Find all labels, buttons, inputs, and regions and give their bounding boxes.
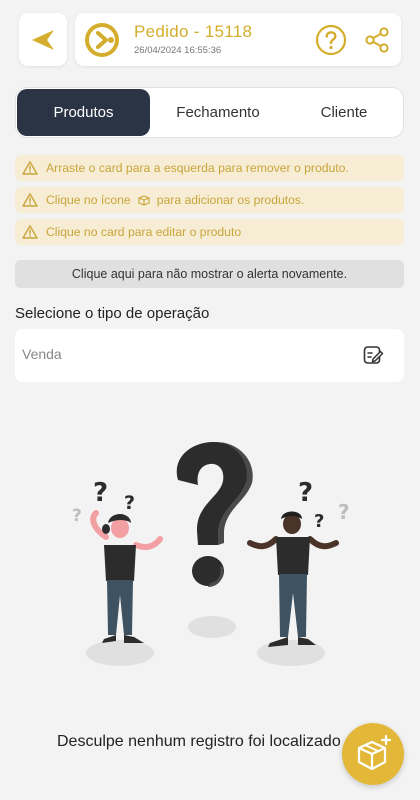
svg-text:?: ? (338, 500, 350, 524)
app-logo-icon (85, 23, 119, 57)
order-datetime: 26/04/2024 16:55:36 (134, 45, 222, 56)
alert-text: para adicionar os produtos. (156, 193, 305, 207)
svg-text:?: ? (72, 506, 82, 526)
alert-text: Clique no card para editar o produto (46, 225, 242, 239)
edit-icon[interactable] (362, 344, 384, 366)
tab-bar: Produtos Fechamento Cliente (15, 87, 404, 138)
add-product-button[interactable] (342, 723, 404, 785)
dismiss-alerts-button[interactable]: Clique aqui para não mostrar o alerta no… (15, 260, 404, 288)
tab-fechamento[interactable]: Fechamento (156, 88, 280, 137)
share-icon[interactable] (361, 24, 393, 56)
alert-edit: Clique no card para editar o produto (15, 219, 404, 245)
operation-select[interactable]: Venda (15, 329, 404, 382)
tab-produtos[interactable]: Produtos (17, 89, 150, 136)
warning-icon (22, 225, 38, 239)
tab-cliente[interactable]: Cliente (286, 88, 402, 137)
svg-text:?: ? (314, 511, 324, 532)
alert-text: Arraste o card para a esquerda para remo… (46, 161, 349, 175)
alert-add: Clique no ícone para adicionar os produt… (15, 187, 404, 213)
add-product-box-icon (138, 195, 150, 206)
operation-label: Selecione o tipo de operação (15, 305, 210, 322)
alert-text: Clique no ícone (46, 193, 131, 207)
order-title: Pedido - 15118 (134, 22, 253, 41)
help-icon[interactable] (315, 24, 347, 56)
add-box-icon (357, 734, 392, 771)
confused-people-illustration: ? ? ? ? ? ? (72, 441, 350, 666)
svg-text:?: ? (93, 478, 108, 508)
operation-value: Venda (22, 346, 62, 362)
alert-remove: Arraste o card para a esquerda para remo… (15, 155, 404, 181)
warning-icon (22, 193, 38, 207)
svg-text:?: ? (298, 478, 313, 508)
back-arrow-icon (32, 29, 54, 50)
empty-state-message: Desculpe nenhum registro foi localizado (57, 733, 341, 750)
back-button[interactable] (19, 13, 67, 66)
order-header: Pedido - 15118 26/04/2024 16:55:36 (75, 13, 401, 66)
warning-icon (22, 161, 38, 175)
svg-text:?: ? (124, 492, 135, 514)
